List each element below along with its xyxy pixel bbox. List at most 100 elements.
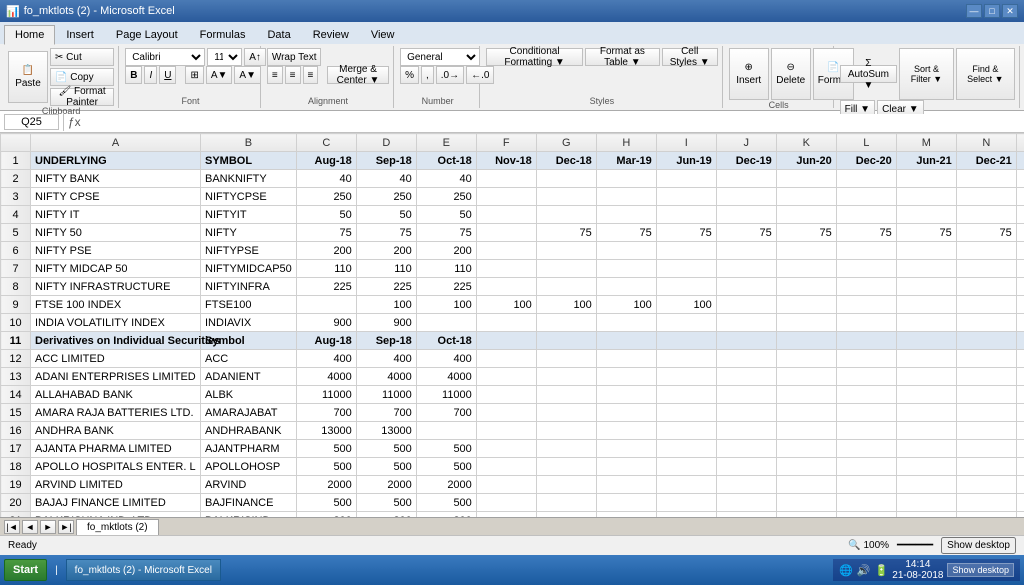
cell-g7[interactable] [536,260,596,278]
cell-c11[interactable]: Aug-18 [296,332,356,350]
cell-a9[interactable]: FTSE 100 INDEX [31,296,201,314]
cell-g8[interactable] [536,278,596,296]
cell-b11[interactable]: Symbol [201,332,297,350]
cell-d18[interactable]: 500 [356,458,416,476]
cell-m8[interactable] [896,278,956,296]
cell-c4[interactable]: 50 [296,206,356,224]
cell-a13[interactable]: ADANI ENTERPRISES LIMITED [31,368,201,386]
cell-n14[interactable] [956,386,1016,404]
cell-k1[interactable]: Jun-20 [776,152,836,170]
cell-d19[interactable]: 2000 [356,476,416,494]
cell-b18[interactable]: APOLLOHOSP [201,458,297,476]
cell-n7[interactable] [956,260,1016,278]
paste-button[interactable]: 📋 Paste [8,51,48,103]
cell-c16[interactable]: 13000 [296,422,356,440]
cell-f16[interactable] [476,422,536,440]
cell-o13[interactable] [1016,368,1024,386]
cell-c18[interactable]: 500 [296,458,356,476]
cell-e8[interactable]: 225 [416,278,476,296]
cell-l9[interactable] [836,296,896,314]
cell-f9[interactable]: 100 [476,296,536,314]
cell-m3[interactable] [896,188,956,206]
cell-j1[interactable]: Dec-19 [716,152,776,170]
cell-j16[interactable] [716,422,776,440]
cell-i3[interactable] [656,188,716,206]
cell-j18[interactable] [716,458,776,476]
cell-k18[interactable] [776,458,836,476]
cell-g6[interactable] [536,242,596,260]
cell-g2[interactable] [536,170,596,188]
cell-c15[interactable]: 700 [296,404,356,422]
col-header-n[interactable]: N [956,134,1016,152]
col-header-o[interactable]: O [1016,134,1024,152]
cell-d13[interactable]: 4000 [356,368,416,386]
cell-c12[interactable]: 400 [296,350,356,368]
cell-b12[interactable]: ACC [201,350,297,368]
underline-button[interactable]: U [159,66,176,84]
cell-i15[interactable] [656,404,716,422]
tab-view[interactable]: View [360,25,406,44]
cell-e4[interactable]: 50 [416,206,476,224]
cell-c8[interactable]: 225 [296,278,356,296]
cell-n15[interactable] [956,404,1016,422]
cell-h2[interactable] [596,170,656,188]
cell-f6[interactable] [476,242,536,260]
cell-c10[interactable]: 900 [296,314,356,332]
cell-g14[interactable] [536,386,596,404]
insert-button[interactable]: ⊕ Insert [729,48,769,100]
align-center-button[interactable]: ≡ [285,66,301,84]
cell-k7[interactable] [776,260,836,278]
cell-n12[interactable] [956,350,1016,368]
cell-f3[interactable] [476,188,536,206]
cell-k19[interactable] [776,476,836,494]
cell-f1[interactable]: Nov-18 [476,152,536,170]
cell-n6[interactable] [956,242,1016,260]
cell-n17[interactable] [956,440,1016,458]
cell-d17[interactable]: 500 [356,440,416,458]
cell-c2[interactable]: 40 [296,170,356,188]
cell-h12[interactable] [596,350,656,368]
cell-n10[interactable] [956,314,1016,332]
cell-a11[interactable]: Derivatives on Individual Securities [31,332,201,350]
cell-l12[interactable] [836,350,896,368]
cell-e6[interactable]: 200 [416,242,476,260]
minimize-button[interactable]: — [966,4,982,18]
cell-d16[interactable]: 13000 [356,422,416,440]
cell-j11[interactable] [716,332,776,350]
cell-g12[interactable] [536,350,596,368]
cell-f11[interactable] [476,332,536,350]
autosum-button[interactable]: Σ AutoSum ▼ [840,65,898,83]
cell-m16[interactable] [896,422,956,440]
cell-f7[interactable] [476,260,536,278]
cell-i20[interactable] [656,494,716,512]
cell-e3[interactable]: 250 [416,188,476,206]
cell-n9[interactable] [956,296,1016,314]
copy-button[interactable]: 📄 Copy [50,68,114,86]
cell-m20[interactable] [896,494,956,512]
cell-j10[interactable] [716,314,776,332]
cell-a17[interactable]: AJANTA PHARMA LIMITED [31,440,201,458]
col-header-d[interactable]: D [356,134,416,152]
format-as-table-button[interactable]: Format as Table ▼ [585,48,660,66]
cell-b19[interactable]: ARVIND [201,476,297,494]
cell-m13[interactable] [896,368,956,386]
active-window-item[interactable]: fo_mktlots (2) - Microsoft Excel [66,559,221,581]
cell-h6[interactable] [596,242,656,260]
cell-k14[interactable] [776,386,836,404]
cell-m4[interactable] [896,206,956,224]
font-color-button[interactable]: A▼ [234,66,261,84]
cell-g4[interactable] [536,206,596,224]
cell-i11[interactable] [656,332,716,350]
cell-d14[interactable]: 11000 [356,386,416,404]
cell-c20[interactable]: 500 [296,494,356,512]
cell-f17[interactable] [476,440,536,458]
cell-k5[interactable]: 75 [776,224,836,242]
cell-j3[interactable] [716,188,776,206]
cell-h13[interactable] [596,368,656,386]
show-desktop-taskbar-button[interactable]: Show desktop [947,563,1014,577]
cell-j4[interactable] [716,206,776,224]
tab-home[interactable]: Home [4,25,55,45]
cell-m5[interactable]: 75 [896,224,956,242]
bold-button[interactable]: B [125,66,142,84]
cell-i2[interactable] [656,170,716,188]
